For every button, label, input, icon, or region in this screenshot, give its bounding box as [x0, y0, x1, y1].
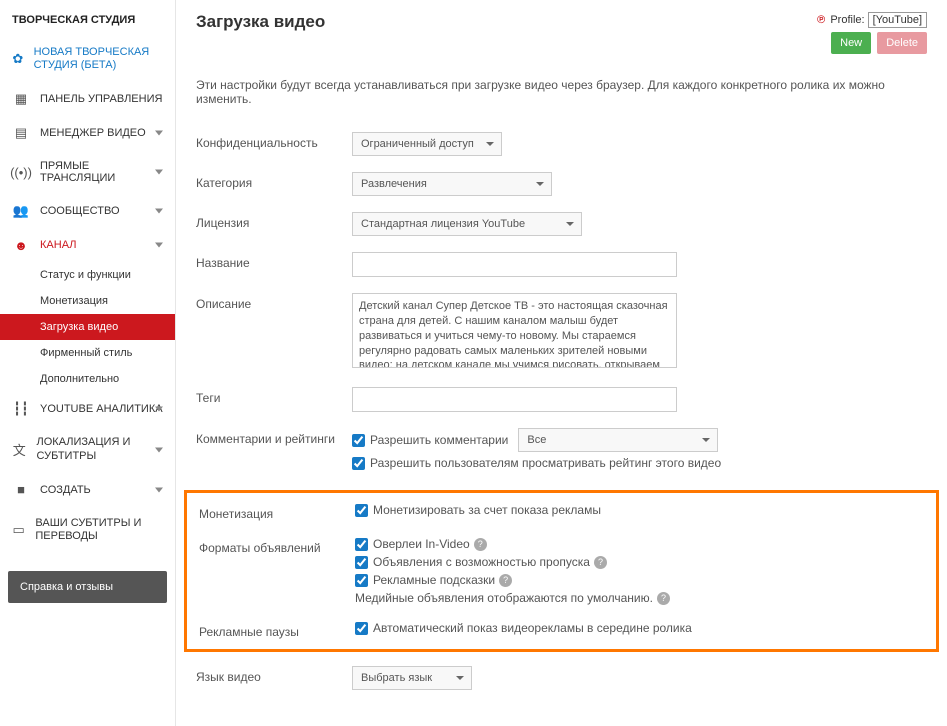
sidebar-label: МЕНЕДЖЕР ВИДЕО — [40, 127, 146, 139]
sidebar-analytics[interactable]: ┇┇ YOUTUBE АНАЛИТИКА — [0, 392, 175, 426]
sidebar-community[interactable]: 👥 СООБЩЕСТВО — [0, 194, 175, 228]
help-icon[interactable]: ? — [594, 556, 607, 569]
text-monetize: Монетизировать за счет показа рекламы — [373, 503, 601, 517]
broadcast-icon: ((•)) — [12, 165, 30, 179]
checkbox-allow-comments[interactable] — [352, 434, 365, 447]
label-description: Описание — [196, 293, 352, 311]
help-icon[interactable]: ? — [499, 574, 512, 587]
page-description: Эти настройки будут всегда устанавливать… — [196, 78, 927, 106]
checkbox-allow-ratings[interactable] — [352, 457, 365, 470]
label-privacy: Конфиденциальность — [196, 132, 352, 150]
sidebar-sub-monetization[interactable]: Монетизация — [0, 288, 175, 314]
select-language[interactable]: Выбрать язык — [352, 666, 472, 690]
help-icon[interactable]: ? — [657, 592, 670, 605]
camera-icon: ■ — [12, 483, 30, 497]
sidebar-label: СООБЩЕСТВО — [40, 205, 120, 217]
page-title: Загрузка видео — [196, 12, 325, 32]
label-comments: Комментарии и рейтинги — [196, 428, 352, 446]
sidebar-translations[interactable]: 文 ЛОКАЛИЗАЦИЯ И СУБТИТРЫ — [0, 426, 175, 472]
sidebar: ТВОРЧЕСКАЯ СТУДИЯ ✿ НОВАЯ ТВОРЧЕСКАЯ СТУ… — [0, 0, 176, 726]
sidebar-title: ТВОРЧЕСКАЯ СТУДИЯ — [0, 8, 175, 36]
sidebar-label: ВАШИ СУБТИТРЫ И ПЕРЕВОДЫ — [35, 517, 163, 543]
sidebar-channel[interactable]: ☻ КАНАЛ — [0, 228, 175, 262]
sidebar-sub-upload[interactable]: Загрузка видео — [0, 314, 175, 340]
sidebar-label: YOUTUBE АНАЛИТИКА — [40, 403, 163, 415]
input-tags[interactable] — [352, 387, 677, 412]
analytics-icon: ┇┇ — [12, 402, 30, 416]
video-icon: ▤ — [12, 126, 30, 140]
dashboard-icon: ▦ — [12, 92, 30, 106]
select-category[interactable]: Развлечения — [352, 172, 552, 196]
select-license[interactable]: Стандартная лицензия YouTube — [352, 212, 582, 236]
text-skippable: Объявления с возможностью пропуска — [373, 555, 590, 569]
sidebar-video-manager[interactable]: ▤ МЕНЕДЖЕР ВИДЕО — [0, 116, 175, 150]
text-display-ads: Медийные объявления отображаются по умол… — [355, 591, 653, 605]
person-icon: ☻ — [12, 238, 30, 252]
sidebar-feedback[interactable]: Справка и отзывы — [8, 571, 167, 603]
profile-select[interactable]: [YouTube] — [868, 12, 927, 28]
select-privacy[interactable]: Ограниченный доступ — [352, 132, 502, 156]
checkbox-midroll[interactable] — [355, 622, 368, 635]
help-icon[interactable]: ? — [474, 538, 487, 551]
checkbox-skippable[interactable] — [355, 556, 368, 569]
text-sponsored: Рекламные подсказки — [373, 573, 495, 587]
sidebar-your-subs[interactable]: ▭ ВАШИ СУБТИТРЫ И ПЕРЕВОДЫ — [0, 507, 175, 553]
label-language: Язык видео — [196, 666, 352, 684]
sidebar-new-studio[interactable]: ✿ НОВАЯ ТВОРЧЕСКАЯ СТУДИЯ (БЕТА) — [0, 36, 175, 82]
text-allow-ratings: Разрешить пользователям просматривать ре… — [370, 456, 721, 470]
label-tags: Теги — [196, 387, 352, 405]
label-category: Категория — [196, 172, 352, 190]
delete-button[interactable]: Delete — [877, 32, 927, 54]
textarea-description[interactable] — [352, 293, 677, 368]
profile-block: ℗ Profile: [YouTube] New Delete — [817, 12, 927, 54]
sidebar-live[interactable]: ((•)) ПРЯМЫЕ ТРАНСЛЯЦИИ — [0, 150, 175, 194]
sidebar-label: ПАНЕЛЬ УПРАВЛЕНИЯ — [40, 93, 162, 105]
text-overlay: Оверлеи In-Video — [373, 537, 470, 551]
label-title: Название — [196, 252, 352, 270]
input-title[interactable] — [352, 252, 677, 277]
translate-icon: 文 — [12, 443, 27, 457]
sidebar-create[interactable]: ■ СОЗДАТЬ — [0, 473, 175, 507]
sidebar-label: НОВАЯ ТВОРЧЕСКАЯ СТУДИЯ (БЕТА) — [34, 46, 163, 72]
sidebar-sub-advanced[interactable]: Дополнительно — [0, 366, 175, 392]
label-license: Лицензия — [196, 212, 352, 230]
label-monetization: Монетизация — [199, 503, 355, 521]
text-allow-comments: Разрешить комментарии — [370, 433, 508, 447]
sidebar-label: СОЗДАТЬ — [40, 484, 91, 496]
sidebar-label: ПРЯМЫЕ ТРАНСЛЯЦИИ — [40, 160, 163, 184]
sidebar-sub-branding[interactable]: Фирменный стиль — [0, 340, 175, 366]
gear-icon: ✿ — [12, 52, 24, 66]
profile-badge-icon: ℗ — [817, 14, 825, 26]
label-ad-breaks: Рекламные паузы — [199, 621, 355, 639]
checkbox-sponsored[interactable] — [355, 574, 368, 587]
cc-icon: ▭ — [12, 523, 25, 537]
checkbox-monetize[interactable] — [355, 504, 368, 517]
select-comment-filter[interactable]: Все — [518, 428, 718, 452]
profile-label: Profile: — [830, 14, 864, 26]
sidebar-sub-status[interactable]: Статус и функции — [0, 262, 175, 288]
monetization-highlight: Монетизация Монетизировать за счет показ… — [184, 490, 939, 652]
label-ad-formats: Форматы объявлений — [199, 537, 355, 555]
checkbox-overlay[interactable] — [355, 538, 368, 551]
people-icon: 👥 — [12, 204, 30, 218]
sidebar-label: ЛОКАЛИЗАЦИЯ И СУБТИТРЫ — [37, 436, 163, 462]
sidebar-dashboard[interactable]: ▦ ПАНЕЛЬ УПРАВЛЕНИЯ — [0, 82, 175, 116]
text-midroll: Автоматический показ видеорекламы в сере… — [373, 621, 692, 635]
new-button[interactable]: New — [831, 32, 871, 54]
sidebar-label: КАНАЛ — [40, 239, 77, 251]
main-content: Загрузка видео ℗ Profile: [YouTube] New … — [176, 0, 947, 726]
